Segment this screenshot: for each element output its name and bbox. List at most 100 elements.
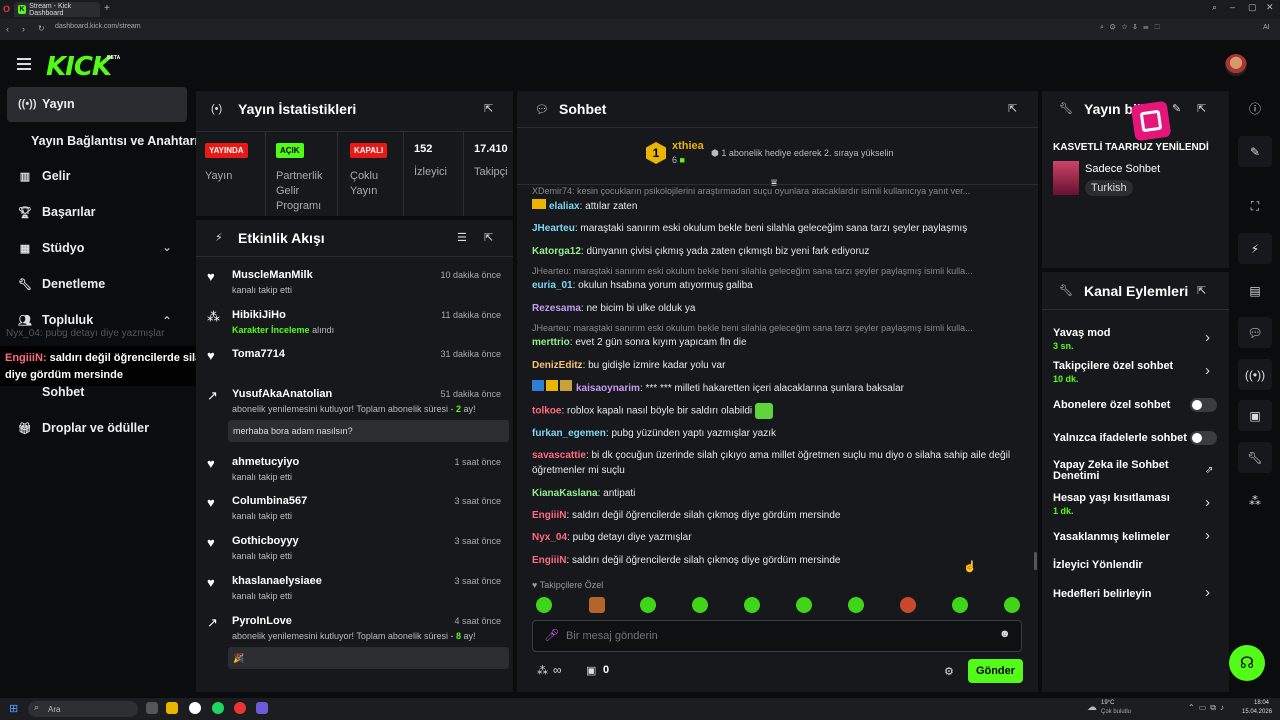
sidebar-item-studio[interactable]: ▦ Stüdyo [18, 241, 85, 255]
popout-icon[interactable]: ⇱ [1008, 102, 1017, 115]
filter-icon[interactable]: ☰ [457, 231, 467, 244]
action-ai-moderation[interactable]: Yapay Zeka ile Sohbet Denetimi [1053, 460, 1183, 482]
emote-icon[interactable] [952, 597, 968, 613]
sidebar-item-stream[interactable]: ((•)) Yayın [18, 97, 75, 111]
chevron-up-icon[interactable]: ⌃ [162, 314, 172, 328]
chat-scrollbar[interactable] [1034, 552, 1037, 570]
popout-icon[interactable]: ⇱ [1197, 284, 1206, 297]
windows-start-icon[interactable]: ⊞ [9, 702, 18, 715]
chat-message-input[interactable] [566, 626, 986, 646]
send-button[interactable]: Gönder [968, 659, 1023, 683]
emote-icon[interactable] [1004, 597, 1020, 613]
user-avatar[interactable] [1225, 54, 1247, 76]
emote-icon[interactable] [796, 597, 812, 613]
edit-pencil-icon[interactable]: ✎ [1172, 102, 1181, 115]
app-icon[interactable] [189, 702, 201, 714]
stream-icon[interactable]: ((•)) [1238, 359, 1272, 390]
action-set-goals[interactable]: Hedefleri belirleyin [1053, 588, 1151, 600]
popout-icon[interactable]: ⇱ [484, 102, 493, 115]
microphone-icon[interactable]: 🎤︎ [544, 628, 559, 642]
notes-icon[interactable]: ▤ [1238, 275, 1272, 306]
task-view-icon[interactable] [146, 702, 158, 714]
action-slow-mode[interactable]: Yavaş mod 3 sn. [1053, 327, 1110, 351]
action-banned-words[interactable]: Yasaklanmış kelimeler [1053, 531, 1170, 543]
opera-logo-icon[interactable]: O [3, 4, 11, 14]
sidebar-item-chat[interactable]: Sohbet [42, 385, 84, 399]
close-icon[interactable]: ✕ [1266, 2, 1274, 13]
taskbar-search[interactable]: Ara [28, 701, 138, 717]
chevron-right-icon[interactable]: › [1205, 329, 1210, 346]
chat-message: Rezesama: ne bicim bi ulke olduk ya [532, 303, 696, 314]
chevron-down-icon[interactable]: ⌄ [162, 240, 172, 254]
sidebar-item-drops[interactable]: 🎁︎ Droplar ve ödüller [18, 421, 149, 435]
emoji-icon[interactable]: ☻ [999, 628, 1011, 640]
chevron-right-icon[interactable]: › [1205, 494, 1210, 511]
discord-icon[interactable] [256, 702, 268, 714]
emote-icon[interactable] [589, 597, 605, 613]
emote-icon[interactable] [744, 597, 760, 613]
back-icon[interactable]: ‹ [6, 24, 9, 34]
edit-pencil-icon[interactable]: ✎ [1238, 136, 1272, 167]
action-followers-only[interactable]: Takipçilere özel sohbet 10 dk. [1053, 360, 1173, 384]
gift-box-icon[interactable]: ▣ [586, 664, 596, 677]
emote-icon[interactable] [692, 597, 708, 613]
chevron-right-icon[interactable]: › [1205, 584, 1210, 601]
forward-icon[interactable]: › [22, 24, 25, 34]
settings-gear-icon[interactable]: ⚙ [944, 665, 954, 678]
emote-icon[interactable] [640, 597, 656, 613]
chat-bubble-icon[interactable]: 💬︎ [1238, 317, 1272, 348]
sidebar-item-moderation[interactable]: 🔧︎ Denetleme [18, 277, 105, 291]
action-emotes-only: Yalnızca ifadelerle sohbet [1053, 432, 1187, 444]
emote-icon[interactable] [900, 597, 916, 613]
maximize-icon[interactable]: ▢ [1248, 2, 1257, 13]
hamburger-menu-icon[interactable] [17, 58, 31, 70]
emote-icon[interactable] [848, 597, 864, 613]
opera-icon[interactable] [234, 702, 246, 714]
subscribers-only-toggle[interactable] [1190, 398, 1217, 412]
file-explorer-icon[interactable] [166, 702, 178, 714]
chevron-right-icon[interactable]: › [1205, 527, 1210, 544]
sidebar-item-stream-key[interactable]: Yayın Bağlantısı ve Anahtarı [31, 134, 198, 148]
url-field[interactable]: dashboard.kick.com/stream [55, 23, 141, 30]
tray-icons[interactable]: ⌃▭⧉♪ [1188, 703, 1228, 713]
wrench-icon[interactable]: 🔧︎ [1238, 442, 1272, 473]
info-icon[interactable]: ⓘ [1238, 93, 1272, 124]
search-tabs-icon[interactable]: ⌕ [1212, 2, 1217, 13]
spotify-icon[interactable] [212, 702, 224, 714]
action-redirect-viewers[interactable]: İzleyici Yönlendir [1053, 559, 1143, 571]
emotes-only-toggle[interactable] [1190, 431, 1217, 445]
weather-temp[interactable]: 19°C [1101, 700, 1114, 706]
kick-logo[interactable]: KICK [46, 52, 112, 82]
resub-icon: ↗ [207, 388, 218, 403]
reload-icon[interactable]: ↻ [38, 24, 45, 33]
new-tab-icon[interactable]: + [104, 3, 110, 14]
category-name[interactable]: Sadece Sohbet [1085, 163, 1160, 175]
layout-icon[interactable]: ▣ [1238, 400, 1272, 431]
external-link-icon[interactable]: ⇗ [1205, 465, 1213, 476]
kick-points-icon[interactable]: ⁂ [537, 664, 548, 677]
minimize-icon[interactable]: – [1230, 2, 1235, 12]
toolbar-icons[interactable]: ⌕⚙☆⇩☰⬚ [1100, 24, 1166, 32]
popout-icon[interactable]: ⇱ [484, 231, 493, 244]
app-header [0, 40, 1280, 88]
sidebar-item-revenue[interactable]: ▥ Gelir [18, 169, 71, 183]
top-gifter-name[interactable]: xthiea [672, 140, 704, 152]
browser-tab[interactable]: K Stream - Kick Dashboard [14, 2, 100, 17]
overlay-ghost-line: Nyx_04: pubg detayı diye yazmışlar [6, 328, 165, 339]
sidebar-item-achievements[interactable]: 🏆︎ Başarılar [18, 205, 96, 219]
gift-badge-icon [560, 380, 572, 391]
chat-message: kaisaoynarim: *** *** milleti hakaretten… [532, 380, 1022, 396]
popout-icon[interactable]: ⇱ [1197, 102, 1206, 115]
chat-message: EngiiiN: saldırı değil öğrencilerde sila… [532, 555, 841, 566]
clock-time[interactable]: 18:04 [1254, 700, 1269, 706]
chevron-right-icon[interactable]: › [1205, 362, 1210, 379]
kick-points-icon[interactable]: ⁂ [1238, 485, 1272, 516]
ai-icon[interactable]: AI [1263, 24, 1270, 31]
support-headset-icon[interactable]: ☊ [1229, 645, 1265, 681]
heart-icon: ♥ [207, 495, 215, 510]
focus-icon[interactable]: ⛶ [1238, 191, 1272, 222]
lightning-icon[interactable]: ⚡︎ [1238, 233, 1272, 264]
action-account-age[interactable]: Hesap yaşı kısıtlaması 1 dk. [1053, 492, 1170, 516]
sidebar-item-community[interactable]: 👥︎ Topluluk [18, 313, 93, 327]
emote-icon[interactable] [536, 597, 552, 613]
